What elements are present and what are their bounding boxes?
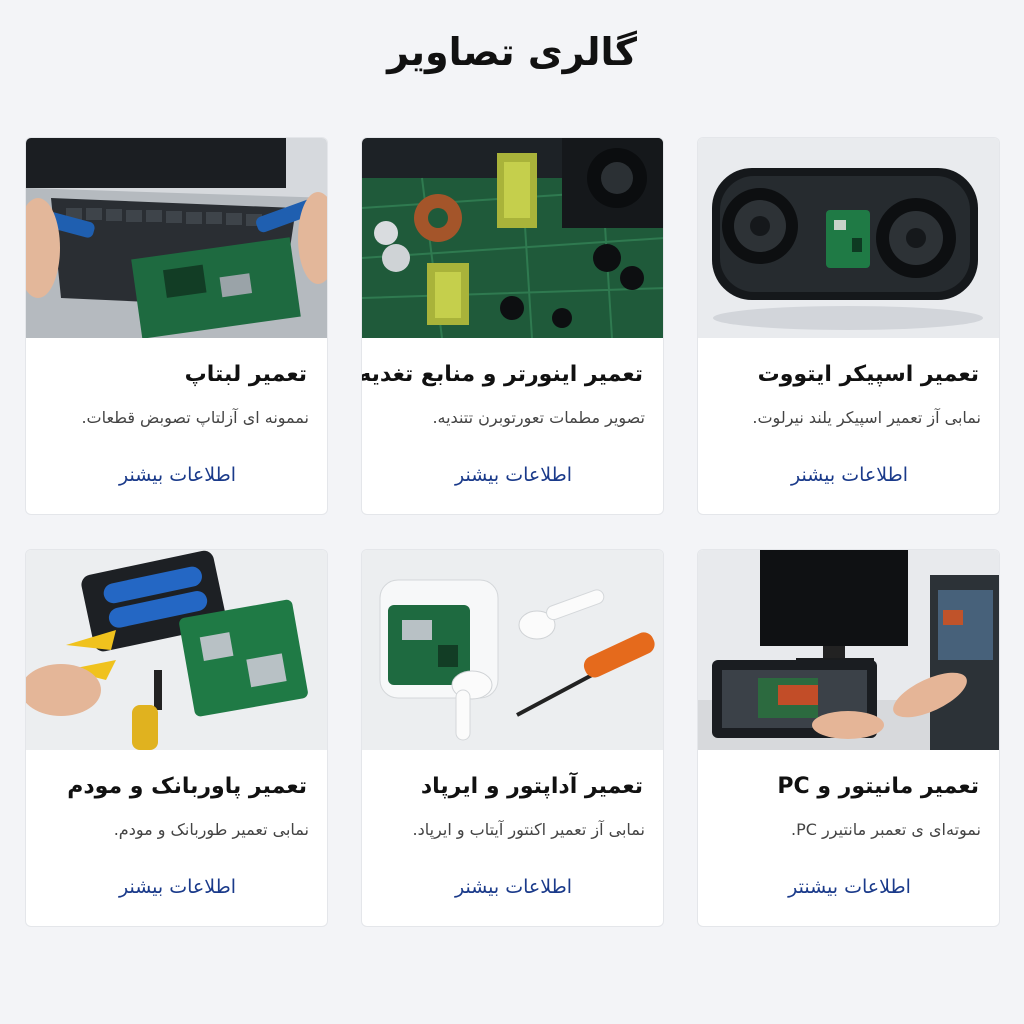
gallery-card-powerbank: تعمیر پاوربانک و مودم نمابی تعمیر طوربان… — [25, 549, 328, 927]
gallery-card-laptop: تعمیر لبتاپ نممونه ای آزلتاپ تصوبض قطعات… — [25, 137, 328, 515]
power-supply-board-image — [362, 138, 663, 338]
card-description: نموته‌ای ی تعمبر مانتیرر PC. — [791, 820, 981, 839]
more-info-link[interactable]: اطلاعات بیشنر — [362, 464, 663, 486]
card-title: تعمیر اسپیکر ایتووت — [757, 362, 979, 387]
card-title: تعمیر آداپتور و ایرپاد — [420, 774, 643, 799]
more-info-link[interactable]: اطلاعات بیشنر — [26, 464, 327, 486]
powerbank-modem-image — [26, 550, 327, 750]
more-info-link[interactable]: اطلاعات بیشنر — [26, 876, 327, 898]
more-info-link[interactable]: اطلاعات بیشنر — [698, 464, 999, 486]
adapter-airpods-image — [362, 550, 663, 750]
monitor-pc-repair-image — [698, 550, 999, 750]
gallery-card-monitor: تعمیر مانیتور و PC نموته‌ای ی تعمبر مانت… — [697, 549, 1000, 927]
card-description: نمابی آز تعمیر اکنتور آیتاب و ایرپاد. — [412, 820, 646, 839]
card-description: نمابی آز تعمیر اسپیکر یلند نیرلوت. — [752, 408, 981, 427]
gallery-card-speaker: تعمیر اسپیکر ایتووت نمابی آز تعمیر اسپیک… — [697, 137, 1000, 515]
card-description: تصویر مطمات تعورتوبرن تتندیه. — [432, 408, 645, 427]
more-info-link[interactable]: اطلاعات بیشنر — [362, 876, 663, 898]
card-title: تعمیر مانیتور و PC — [777, 774, 979, 799]
card-title: تعمیر لبتاپ — [184, 362, 307, 387]
card-title: تعمیر اینورتر و منابع تغدیه — [361, 362, 643, 387]
bluetooth-speaker-image — [698, 138, 999, 338]
page-title: گالری تصاویر — [387, 30, 637, 74]
card-description: نممونه ای آزلتاپ تصوبض قطعات. — [81, 408, 309, 427]
more-info-link[interactable]: اطلاعات بیشنتر — [698, 876, 999, 898]
card-description: نمابی تعمیر طوربانک و مودم. — [113, 820, 309, 839]
gallery-card-adapter: تعمیر آداپتور و ایرپاد نمابی آز تعمیر اک… — [361, 549, 664, 927]
gallery-card-inverter: تعمیر اینورتر و منابع تغدیه تصویر مطمات … — [361, 137, 664, 515]
laptop-repair-image — [26, 138, 327, 338]
card-title: تعمیر پاوربانک و مودم — [67, 774, 307, 799]
